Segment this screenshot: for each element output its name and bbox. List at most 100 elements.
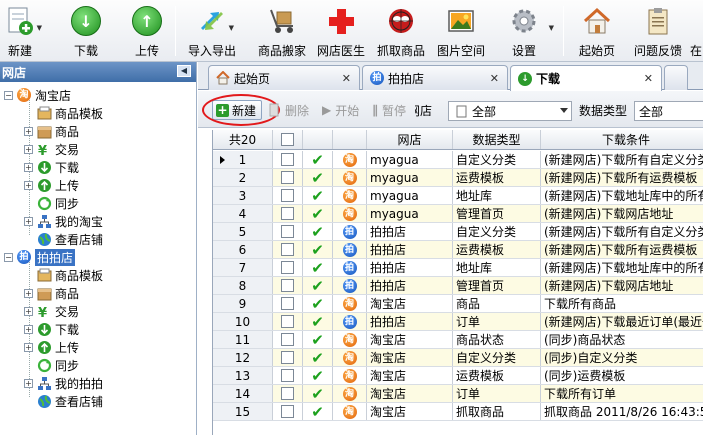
settings-button[interactable]: 设置 ▼ (502, 0, 554, 62)
tree-store-taobao[interactable]: − 淘淘宝店 (4, 86, 71, 104)
table-row[interactable]: 5 ✔ 拍拍拍店 自定义分类 (新建网店)下载所有自定义分类 (213, 223, 703, 241)
row-checkbox[interactable] (281, 351, 294, 364)
online-button[interactable]: 在 (690, 0, 703, 62)
table-row[interactable]: 10 ✔ 拍拍拍店 订单 (新建网店)下载最近订单(最近一 (213, 313, 703, 331)
tree-item-sync[interactable]: 同步 (36, 194, 79, 212)
table-row[interactable]: 3 ✔ 淘 myagua 地址库 (新建网店)下载地址库中的所有 (213, 187, 703, 205)
import-export-dropdown-arrow[interactable]: ▼ (229, 24, 234, 32)
tab-new-blank[interactable] (664, 65, 688, 90)
tree-store-paipai[interactable]: − 拍拍拍店 (4, 248, 76, 266)
tree-item-trade[interactable]: + ¥ 交易 (24, 140, 79, 158)
row-number-cell: 1 (213, 151, 273, 168)
store-doctor-button[interactable]: 网店医生 (314, 0, 368, 62)
table-row[interactable]: 9 ✔ 淘淘宝店 商品 下载所有商品 (213, 295, 703, 313)
download-condition: (新建网店)下载网店地址 (544, 279, 674, 293)
row-checkbox[interactable] (281, 315, 294, 328)
start-button[interactable]: ▶ 开始 (322, 100, 359, 120)
taobao-icon: 淘 (342, 188, 357, 203)
expand-toggle[interactable]: + (24, 324, 33, 334)
row-number-cell: 3 (213, 187, 273, 204)
tree-item-my-store[interactable]: + 我的拍拍 (24, 374, 103, 392)
expand-toggle[interactable]: + (24, 288, 33, 298)
collapse-toggle[interactable]: − (4, 252, 13, 262)
tree-item-view-store[interactable]: 查看店铺 (36, 230, 103, 248)
expand-toggle[interactable]: + (24, 162, 33, 172)
store-filter-select[interactable]: 全部 (448, 101, 572, 121)
start-page-button[interactable]: 起始页 (575, 0, 619, 62)
tree-item-template[interactable]: 商品模板 (36, 266, 103, 284)
tree-item-sync[interactable]: 同步 (36, 356, 79, 374)
tree-item-template[interactable]: 商品模板 (36, 104, 103, 122)
table-row[interactable]: 7 ✔ 拍拍拍店 地址库 (新建网店)下载地址库中的所有 (213, 259, 703, 277)
paipai-icon: 拍 (342, 224, 357, 239)
feedback-button[interactable]: 问题反馈 (630, 0, 686, 62)
tree-item-download[interactable]: + 下载 (24, 158, 79, 176)
data-type: 订单 (456, 387, 481, 401)
close-icon[interactable]: ✕ (342, 72, 351, 85)
row-checkbox[interactable] (281, 405, 294, 418)
tab-start-page[interactable]: 起始页 ✕ (208, 65, 360, 90)
type-filter-select[interactable]: 全部 (634, 101, 703, 121)
new-button[interactable]: 新建 ▼ (0, 0, 42, 62)
pin-panel-button[interactable]: ◀ (177, 65, 191, 77)
import-export-button[interactable]: 导入导出 ▼ (184, 0, 240, 62)
table-row[interactable]: 4 ✔ 淘 myagua 管理首页 (新建网店)下载网店地址 (213, 205, 703, 223)
expand-toggle[interactable]: + (24, 378, 33, 388)
close-icon[interactable]: ✕ (644, 72, 653, 85)
pause-button[interactable]: ∥ 暂停 (372, 100, 406, 120)
move-goods-button[interactable]: 商品搬家 (254, 0, 310, 62)
tree-item-upload[interactable]: + 上传 (24, 338, 79, 356)
collapse-toggle[interactable]: − (4, 90, 13, 100)
table-row[interactable]: 12 ✔ 淘淘宝店 自定义分类 (同步)自定义分类 (213, 349, 703, 367)
tree-item-goods[interactable]: + 商品 (24, 284, 79, 302)
column-header-condition[interactable]: 下载条件 (541, 130, 703, 149)
tab-download[interactable]: ↓ 下载 ✕ (510, 65, 662, 91)
delete-button[interactable]: 删除 (266, 100, 309, 120)
row-checkbox[interactable] (281, 243, 294, 256)
row-checkbox[interactable] (281, 153, 294, 166)
row-checkbox[interactable] (281, 297, 294, 310)
expand-toggle[interactable]: + (24, 342, 33, 352)
row-checkbox[interactable] (281, 261, 294, 274)
row-checkbox[interactable] (281, 171, 294, 184)
column-header-store[interactable]: 网店 (367, 130, 453, 149)
chevron-down-icon[interactable] (560, 108, 568, 113)
close-icon[interactable]: ✕ (490, 72, 499, 85)
table-row[interactable]: 6 ✔ 拍拍拍店 运费模板 (新建网店)下载所有运费模板 (213, 241, 703, 259)
row-checkbox[interactable] (281, 387, 294, 400)
expand-toggle[interactable]: + (24, 216, 33, 226)
tree-item-download[interactable]: + 下载 (24, 320, 79, 338)
table-row[interactable]: 15 ✔ 淘淘宝店 抓取商品 抓取商品 2011/8/26 16:43:53 (213, 403, 703, 421)
picture-space-button[interactable]: 图片空间 (434, 0, 488, 62)
row-checkbox[interactable] (281, 207, 294, 220)
select-all-checkbox[interactable] (281, 133, 294, 146)
tree-item-goods[interactable]: + 商品 (24, 122, 79, 140)
expand-toggle[interactable]: + (24, 126, 33, 136)
download-button[interactable]: ↓ 下载 (66, 0, 106, 62)
tree-item-trade[interactable]: + ¥ 交易 (24, 302, 79, 320)
column-header-type[interactable]: 数据类型 (453, 130, 541, 149)
tab-paipai-store[interactable]: 拍 拍拍店 ✕ (362, 65, 508, 90)
table-row[interactable]: 1 ✔ 淘 myagua 自定义分类 (新建网店)下载所有自定义分类 (213, 151, 703, 169)
row-checkbox[interactable] (281, 369, 294, 382)
expand-toggle[interactable]: + (24, 180, 33, 190)
table-row[interactable]: 2 ✔ 淘 myagua 运费模板 (新建网店)下载所有运费模板 (213, 169, 703, 187)
expand-toggle[interactable]: + (24, 144, 33, 154)
tree-item-my-store[interactable]: + 我的淘宝 (24, 212, 103, 230)
home-icon (580, 4, 614, 38)
expand-toggle[interactable]: + (24, 306, 33, 316)
tree-item-upload[interactable]: + 上传 (24, 176, 79, 194)
new-dropdown-arrow[interactable]: ▼ (37, 24, 42, 32)
table-row[interactable]: 11 ✔ 淘淘宝店 商品状态 (同步)商品状态 (213, 331, 703, 349)
row-checkbox[interactable] (281, 225, 294, 238)
tree-item-view-store[interactable]: 查看店铺 (36, 392, 103, 410)
row-checkbox[interactable] (281, 333, 294, 346)
row-checkbox[interactable] (281, 189, 294, 202)
upload-button[interactable]: ↑ 上传 (127, 0, 167, 62)
row-checkbox[interactable] (281, 279, 294, 292)
grab-goods-button[interactable]: 抓取商品 (374, 0, 428, 62)
table-row[interactable]: 8 ✔ 拍拍拍店 管理首页 (新建网店)下载网店地址 (213, 277, 703, 295)
table-row[interactable]: 13 ✔ 淘淘宝店 运费模板 (同步)运费模板 (213, 367, 703, 385)
settings-dropdown-arrow[interactable]: ▼ (549, 24, 554, 32)
table-row[interactable]: 14 ✔ 淘淘宝店 订单 下载所有订单 (213, 385, 703, 403)
